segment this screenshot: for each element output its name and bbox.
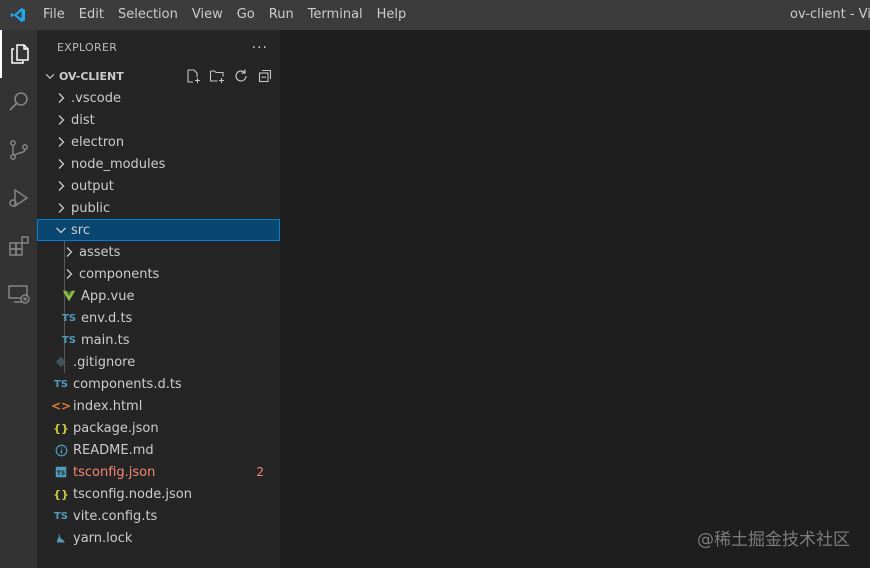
menu-terminal[interactable]: Terminal xyxy=(301,0,370,30)
menu-file[interactable]: File xyxy=(36,0,72,30)
tree-item-readme[interactable]: README.md xyxy=(37,439,280,461)
tree-item-node-modules[interactable]: node_modules xyxy=(37,153,280,175)
tree-item-label: dist xyxy=(71,112,95,128)
window-title: ov-client - Visual Studio Code xyxy=(790,7,870,22)
typescript-file-icon: TS xyxy=(53,510,69,522)
typescript-file-icon: TS xyxy=(61,312,77,324)
explorer-title: EXPLORER xyxy=(57,41,118,54)
tree-item-main-ts[interactable]: TS main.ts xyxy=(37,329,280,351)
tree-item-components-d-ts[interactable]: TS components.d.ts xyxy=(37,373,280,395)
tree-item-dist[interactable]: dist xyxy=(37,109,280,131)
tree-item-label: App.vue xyxy=(81,288,135,304)
tree-item-label: components xyxy=(79,266,160,282)
chevron-right-icon xyxy=(53,90,69,106)
tree-item-components[interactable]: components xyxy=(37,263,280,285)
folder-actions xyxy=(184,67,274,85)
tree-item-index-html[interactable]: <> index.html xyxy=(37,395,280,417)
menu-bar: File Edit Selection View Go Run Terminal… xyxy=(36,0,413,30)
more-actions-button[interactable]: ··· xyxy=(252,40,268,56)
watermark-text: @稀土掘金技术社区 xyxy=(697,530,850,550)
tree-item-tsconfig-node-json[interactable]: {} tsconfig.node.json xyxy=(37,483,280,505)
typescript-file-icon: TS xyxy=(53,378,69,390)
chevron-right-icon xyxy=(61,244,77,260)
title-bar: File Edit Selection View Go Run Terminal… xyxy=(0,0,870,30)
tree-item-label: vite.config.ts xyxy=(73,508,158,524)
editor-area: @稀土掘金技术社区 xyxy=(280,30,870,568)
tree-item-label: components.d.ts xyxy=(73,376,182,392)
chevron-right-icon xyxy=(53,156,69,172)
tree-item-label: package.json xyxy=(73,420,159,436)
json-file-icon: {} xyxy=(53,487,69,501)
html-file-icon: <> xyxy=(50,399,72,413)
run-debug-icon[interactable] xyxy=(0,174,37,222)
tree-item-label: node_modules xyxy=(71,156,166,172)
tree-item-label: .vscode xyxy=(71,90,121,106)
explorer-icon[interactable] xyxy=(0,30,37,78)
problems-count-badge: 2 xyxy=(256,465,264,479)
menu-edit[interactable]: Edit xyxy=(72,0,111,30)
tree-item-env-d-ts[interactable]: TS env.d.ts xyxy=(37,307,280,329)
refresh-icon[interactable] xyxy=(232,67,250,85)
info-file-icon xyxy=(53,442,69,458)
tree-item-label: src xyxy=(71,222,90,238)
tree-item-label: env.d.ts xyxy=(81,310,133,326)
new-file-icon[interactable] xyxy=(184,67,202,85)
tree-item-output[interactable]: output xyxy=(37,175,280,197)
chevron-down-icon xyxy=(53,222,69,238)
chevron-right-icon xyxy=(61,266,77,282)
search-icon[interactable] xyxy=(0,78,37,126)
menu-run[interactable]: Run xyxy=(262,0,301,30)
tree-item-yarn-lock[interactable]: yarn.lock xyxy=(37,527,280,549)
tree-item-label: tsconfig.node.json xyxy=(73,486,192,502)
menu-help[interactable]: Help xyxy=(370,0,414,30)
extensions-icon[interactable] xyxy=(0,222,37,270)
tree-item-app-vue[interactable]: App.vue xyxy=(37,285,280,307)
svg-text:TS: TS xyxy=(57,470,65,477)
tree-item-label: tsconfig.json xyxy=(73,464,156,480)
tree-item-label: README.md xyxy=(73,442,154,458)
json-file-icon: {} xyxy=(53,421,69,435)
tree-item-label: electron xyxy=(71,134,125,150)
tree-item-tsconfig-json[interactable]: TS tsconfig.json 2 xyxy=(37,461,280,483)
menu-go[interactable]: Go xyxy=(230,0,262,30)
tree-item-label: public xyxy=(71,200,111,216)
workspace-folder-name: OV-CLIENT xyxy=(59,69,124,83)
vue-file-icon xyxy=(61,288,77,304)
chevron-down-icon xyxy=(45,73,55,79)
workspace-folder-header[interactable]: OV-CLIENT xyxy=(37,65,280,87)
chevron-right-icon xyxy=(53,178,69,194)
git-file-icon xyxy=(53,354,69,370)
chevron-right-icon xyxy=(53,200,69,216)
tree-item-package-json[interactable]: {} package.json xyxy=(37,417,280,439)
tree-item-electron[interactable]: electron xyxy=(37,131,280,153)
tree-item-src[interactable]: src xyxy=(37,219,280,241)
menu-selection[interactable]: Selection xyxy=(111,0,185,30)
explorer-sidebar: EXPLORER ··· OV-CLIENT .vscode dist elec… xyxy=(37,30,280,568)
menu-view[interactable]: View xyxy=(185,0,230,30)
tree-item-label: assets xyxy=(79,244,121,260)
tree-item-assets[interactable]: assets xyxy=(37,241,280,263)
tree-item-label: output xyxy=(71,178,114,194)
new-folder-icon[interactable] xyxy=(208,67,226,85)
tree-item-label: index.html xyxy=(73,398,143,414)
remote-explorer-icon[interactable] xyxy=(0,270,37,318)
vscode-logo-icon xyxy=(0,0,36,30)
explorer-header: EXPLORER ··· xyxy=(37,30,280,65)
yarn-file-icon xyxy=(53,530,69,546)
chevron-right-icon xyxy=(53,112,69,128)
chevron-right-icon xyxy=(53,134,69,150)
tree-item-label: .gitignore xyxy=(73,354,136,370)
collapse-all-icon[interactable] xyxy=(256,67,274,85)
tree-item-vscode[interactable]: .vscode xyxy=(37,87,280,109)
typescript-file-icon: TS xyxy=(61,334,77,346)
tree-item-label: yarn.lock xyxy=(73,530,133,546)
tree-item-vite-config-ts[interactable]: TS vite.config.ts xyxy=(37,505,280,527)
tree-item-gitignore[interactable]: .gitignore xyxy=(37,351,280,373)
source-control-icon[interactable] xyxy=(0,126,37,174)
tree-item-label: main.ts xyxy=(81,332,130,348)
tree-item-public[interactable]: public xyxy=(37,197,280,219)
tsconfig-file-icon: TS xyxy=(53,464,69,480)
file-tree: .vscode dist electron node_modules outpu… xyxy=(37,87,280,549)
activity-bar xyxy=(0,30,37,568)
